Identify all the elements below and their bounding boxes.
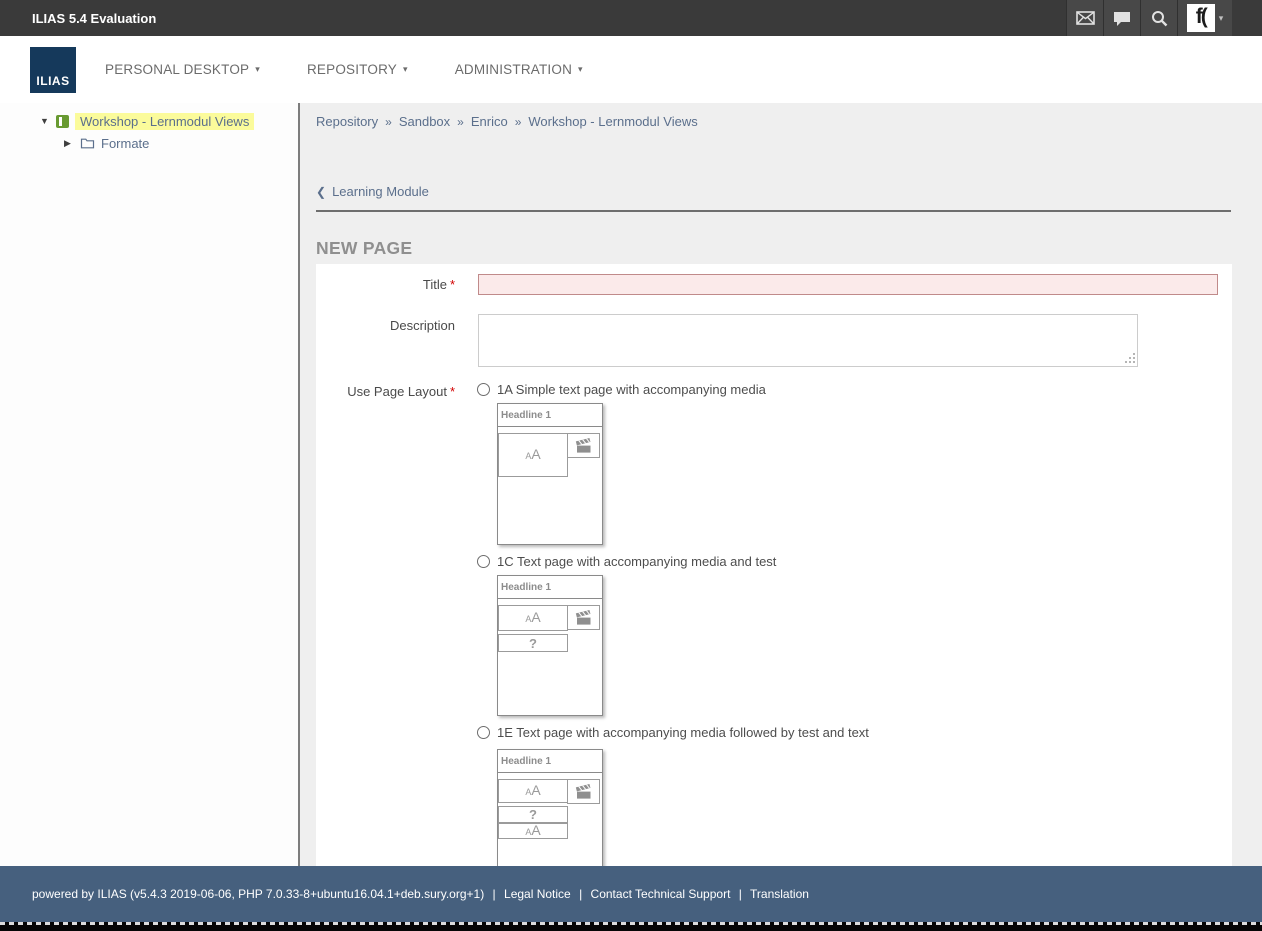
user-menu-button[interactable]: f( ▾ xyxy=(1177,0,1232,36)
mail-icon xyxy=(1076,11,1095,25)
tree-link-workshop[interactable]: Workshop - Lernmodul Views xyxy=(75,113,254,130)
preview-headline: Headline 1 xyxy=(498,404,602,427)
back-to-learning-module-link[interactable]: ❮ Learning Module xyxy=(316,184,429,199)
ilias-logo[interactable]: ILIAS xyxy=(30,47,76,93)
use-page-layout-label: Use Page Layout* xyxy=(316,384,455,399)
description-label: Description xyxy=(316,318,455,333)
breadcrumb-sandbox[interactable]: Sandbox xyxy=(399,114,450,129)
translation-link[interactable]: Translation xyxy=(750,887,809,901)
chevron-down-icon: ▾ xyxy=(255,64,260,75)
contact-support-link[interactable]: Contact Technical Support xyxy=(591,887,731,901)
layout-option-1c: 1C Text page with accompanying media and… xyxy=(477,553,776,570)
back-link-label: Learning Module xyxy=(332,184,429,199)
footer: powered by ILIAS (v5.4.3 2019-06-06, PHP… xyxy=(0,866,1262,922)
breadcrumb-workshop[interactable]: Workshop - Lernmodul Views xyxy=(528,114,697,129)
breadcrumb-separator: » xyxy=(515,115,522,129)
tree-item-formate: ▶ Formate xyxy=(0,132,298,154)
search-button[interactable] xyxy=(1140,0,1177,36)
main-panel: Repository » Sandbox » Enrico » Workshop - Ler… xyxy=(302,103,1262,866)
layout-preview-1a: Headline 1 AA xyxy=(497,403,603,545)
required-marker: * xyxy=(450,384,455,399)
app-title: ILIAS 5.4 Evaluation xyxy=(32,11,156,26)
main-nav-bar: ILIAS PERSONAL DESKTOP ▾ REPOSITORY ▾ AD… xyxy=(0,36,1262,103)
footer-separator: | xyxy=(739,887,742,901)
chevron-left-icon: ❮ xyxy=(316,185,326,199)
nav-administration-label: ADMINISTRATION xyxy=(455,62,572,77)
back-section: ❮ Learning Module xyxy=(316,183,1231,212)
tree-expand-icon[interactable]: ▶ xyxy=(64,138,74,149)
text-block-icon: AA xyxy=(525,783,540,799)
page: ILIAS 5.4 Evaluation xyxy=(0,0,1262,931)
description-input[interactable] xyxy=(478,314,1138,367)
breadcrumb: Repository » Sandbox » Enrico » Workshop - Ler… xyxy=(316,114,698,129)
layout-option-1e: 1E Text page with accompanying media fol… xyxy=(477,724,869,741)
avatar: f( xyxy=(1187,4,1215,32)
question-block: ? xyxy=(498,806,568,823)
tree-collapse-icon[interactable]: ▼ xyxy=(40,116,50,126)
search-icon xyxy=(1151,10,1168,27)
preview-headline: Headline 1 xyxy=(498,750,602,773)
footer-text: powered by ILIAS (v5.4.3 2019-06-06, PHP… xyxy=(32,887,809,901)
nav-personal-desktop[interactable]: PERSONAL DESKTOP ▾ xyxy=(105,62,260,77)
tree-item-workshop: ▼ Workshop - Lernmodul Views xyxy=(0,110,298,132)
media-clapperboard-icon xyxy=(574,783,594,800)
text-block-icon: AA xyxy=(525,610,540,626)
new-page-form: Title* Description Use Page Layout* xyxy=(316,264,1232,866)
layout-option-1a-radio[interactable] xyxy=(477,383,490,396)
nav-personal-desktop-label: PERSONAL DESKTOP xyxy=(105,62,249,77)
breadcrumb-repository[interactable]: Repository xyxy=(316,114,378,129)
title-label: Title* xyxy=(316,277,455,292)
topbar-actions: f( ▾ xyxy=(1066,0,1232,36)
content-area: ▼ Workshop - Lernmodul Views ▶ Formate R… xyxy=(0,103,1262,866)
description-field-wrap xyxy=(478,314,1138,367)
chevron-down-icon: ▾ xyxy=(1219,13,1224,24)
question-block: ? xyxy=(498,634,568,652)
text-block: AA xyxy=(498,823,568,839)
bottom-edge-bar xyxy=(0,922,1262,931)
text-block: AA xyxy=(498,779,568,803)
layout-preview-1c: Headline 1 AA ? xyxy=(497,575,603,716)
layout-option-1a-label[interactable]: 1A Simple text page with accompanying me… xyxy=(497,381,766,398)
footer-separator: | xyxy=(579,887,582,901)
media-block xyxy=(567,433,600,458)
layout-option-1c-radio[interactable] xyxy=(477,555,490,568)
chat-icon xyxy=(1113,11,1131,26)
powered-by-text: powered by ILIAS (v5.4.3 2019-06-06, PHP… xyxy=(32,887,484,901)
text-block-icon: AA xyxy=(525,823,540,839)
page-title: NEW PAGE xyxy=(316,238,412,259)
footer-separator: | xyxy=(493,887,496,901)
breadcrumb-separator: » xyxy=(385,115,392,129)
layout-preview-1e: Headline 1 AA ? AA xyxy=(497,749,603,866)
layout-option-1e-label[interactable]: 1E Text page with accompanying media fol… xyxy=(497,724,869,741)
top-bar: ILIAS 5.4 Evaluation xyxy=(0,0,1262,36)
layout-option-1e-radio[interactable] xyxy=(477,726,490,739)
media-clapperboard-icon xyxy=(574,437,594,454)
breadcrumb-separator: » xyxy=(457,115,464,129)
nav-administration[interactable]: ADMINISTRATION ▾ xyxy=(455,62,583,77)
chevron-down-icon: ▾ xyxy=(403,64,408,75)
chat-button[interactable] xyxy=(1103,0,1140,36)
repository-tree-sidebar: ▼ Workshop - Lernmodul Views ▶ Formate xyxy=(0,103,300,866)
breadcrumb-enrico[interactable]: Enrico xyxy=(471,114,508,129)
learning-module-icon xyxy=(56,115,69,128)
title-input[interactable] xyxy=(478,274,1218,295)
required-marker: * xyxy=(450,277,455,292)
tree-link-formate[interactable]: Formate xyxy=(101,136,149,151)
text-block: AA xyxy=(498,433,568,477)
media-clapperboard-icon xyxy=(574,609,594,626)
nav-repository[interactable]: REPOSITORY ▾ xyxy=(307,62,408,77)
nav-items: PERSONAL DESKTOP ▾ REPOSITORY ▾ ADMINIST… xyxy=(105,36,583,103)
media-block xyxy=(567,779,600,804)
text-block-icon: AA xyxy=(525,447,540,463)
media-block xyxy=(567,605,600,630)
chevron-down-icon: ▾ xyxy=(578,64,583,75)
mail-button[interactable] xyxy=(1066,0,1103,36)
layout-option-1c-label[interactable]: 1C Text page with accompanying media and… xyxy=(497,553,776,570)
text-block: AA xyxy=(498,605,568,631)
legal-notice-link[interactable]: Legal Notice xyxy=(504,887,571,901)
preview-headline: Headline 1 xyxy=(498,576,602,599)
nav-repository-label: REPOSITORY xyxy=(307,62,397,77)
folder-icon xyxy=(80,137,95,149)
layout-option-1a: 1A Simple text page with accompanying me… xyxy=(477,381,766,398)
